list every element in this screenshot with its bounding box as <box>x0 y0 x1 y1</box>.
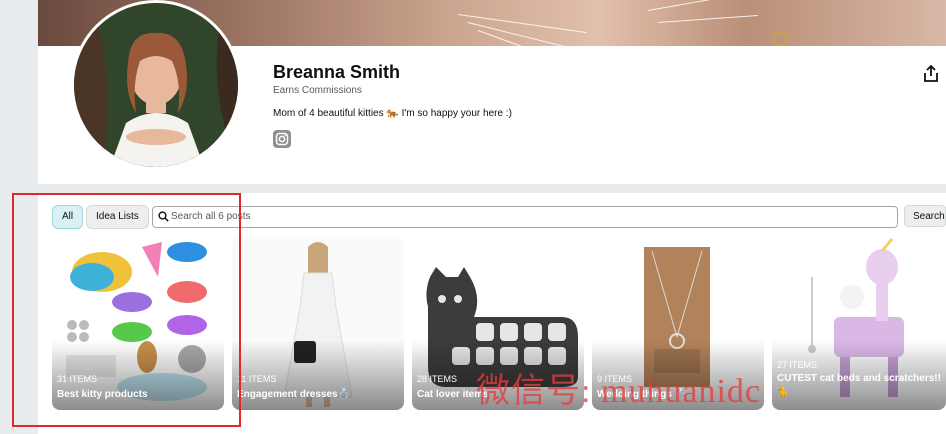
tile-title: CUTEST cat beds and scratchers!! 🐈 <box>777 373 941 398</box>
tile-item-count: 11 ITEMS <box>237 374 277 384</box>
tile-item-count: 27 ITEMS <box>777 360 818 370</box>
search-box <box>152 206 898 228</box>
search-button[interactable]: Search <box>904 205 946 227</box>
tile-title: Engagement dresses💍 <box>237 389 351 400</box>
earns-commissions-label: Earns Commissions <box>273 85 362 96</box>
profile-name: Breanna Smith <box>273 62 401 82</box>
tile-item-count: 28 ITEMS <box>417 374 458 384</box>
share-icon[interactable] <box>921 64 941 84</box>
watermark: 微信号: muhuanidc <box>476 373 762 410</box>
post-tile-cutest-cat-beds[interactable]: 27 ITEMS CUTEST cat beds and scratchers!… <box>772 237 946 410</box>
highlight-box <box>12 193 241 427</box>
avatar-photo <box>74 3 238 167</box>
avatar[interactable] <box>71 0 241 170</box>
ring-decoration <box>771 32 789 46</box>
instagram-icon[interactable] <box>273 130 291 148</box>
profile-bio: Mom of 4 beautiful kitties 🐅 I'm so happ… <box>273 108 512 119</box>
post-tile-engagement-dresses[interactable]: 11 ITEMS Engagement dresses💍 <box>232 237 404 410</box>
search-input[interactable] <box>171 208 871 224</box>
